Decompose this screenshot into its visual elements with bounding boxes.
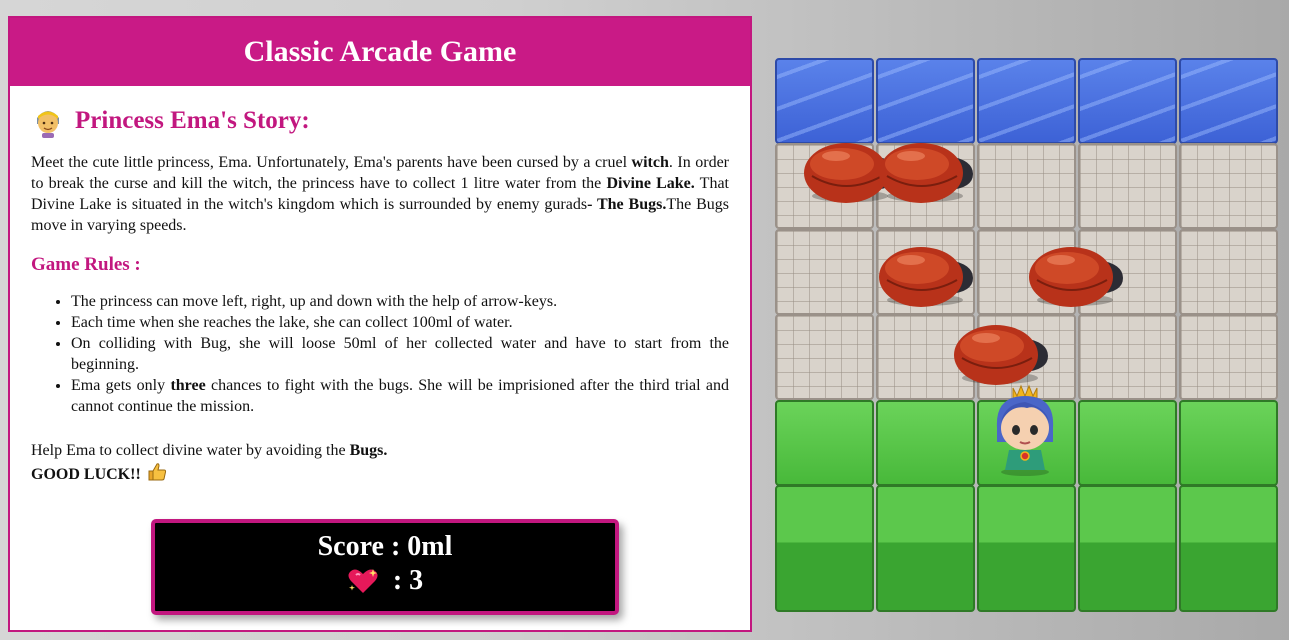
- list-item: Ema gets only three chances to fight wit…: [71, 375, 729, 417]
- enemy-bug: [1027, 240, 1127, 310]
- rule4-text-a: Ema gets only: [71, 377, 171, 394]
- panel-body: Princess Ema's Story: Meet the cute litt…: [10, 104, 750, 489]
- rules-heading: Game Rules :: [31, 254, 141, 275]
- grass-tile: [775, 400, 874, 486]
- water-tile: [1078, 58, 1177, 144]
- stone-tile: [775, 314, 874, 400]
- enemy-bug: [877, 240, 977, 310]
- enemy-bug: [877, 136, 977, 206]
- lives-count: : 3: [392, 565, 424, 596]
- rule4-bold: three: [170, 377, 206, 394]
- list-item: On colliding with Bug, she will loose 50…: [71, 333, 729, 375]
- score-display: Score : 0ml: [317, 531, 453, 562]
- game-board[interactable]: [775, 58, 1281, 614]
- grass-tile: [1078, 400, 1177, 486]
- scoreboard: Score : 0ml : 3: [151, 519, 619, 615]
- grass-tile: [1078, 485, 1177, 612]
- story-bold-lake: Divine Lake.: [606, 175, 695, 192]
- grass-tile: [1179, 485, 1278, 612]
- sparkling-heart-icon: [347, 567, 379, 595]
- water-tile: [1179, 58, 1278, 144]
- help-line: Help Ema to collect divine water by avoi…: [31, 442, 350, 459]
- stone-tile: [1179, 314, 1278, 400]
- thumbs-up-icon: [147, 462, 167, 489]
- grass-tile: [977, 485, 1076, 612]
- enemy-bug: [952, 318, 1052, 388]
- grass-tile: [1179, 400, 1278, 486]
- help-text: Help Ema to collect divine water by avoi…: [31, 439, 729, 489]
- grass-tile: [876, 400, 975, 486]
- water-tile: [775, 58, 874, 144]
- story-bold-witch: witch: [631, 154, 669, 171]
- grass-tile: [876, 485, 975, 612]
- story-bold-bugs: - The Bugs.: [587, 196, 667, 213]
- info-panel: Classic Arcade Game Princess Ema's Story…: [8, 16, 752, 632]
- grass-tile: [775, 485, 874, 612]
- story-heading: Princess Ema's Story:: [31, 104, 729, 138]
- story-title: Princess Ema's Story:: [75, 107, 310, 134]
- stone-tile: [775, 229, 874, 315]
- water-tile: [876, 58, 975, 144]
- stone-tile: [1179, 229, 1278, 315]
- water-tile: [977, 58, 1076, 144]
- help-bold: Bugs.: [349, 442, 388, 459]
- story-paragraph: Meet the cute little princess, Ema. Unfo…: [31, 152, 729, 236]
- good-luck: GOOD LUCK!!: [31, 466, 141, 483]
- list-item: The princess can move left, right, up an…: [71, 291, 729, 312]
- stone-tile: [1078, 143, 1177, 229]
- princess-sprite: [987, 382, 1063, 477]
- stone-tile: [1179, 143, 1278, 229]
- story-text-1: Meet the cute little princess, Ema. Unfo…: [31, 154, 632, 171]
- list-item: Each time when she reaches the lake, she…: [71, 312, 729, 333]
- rules-list: The princess can move left, right, up an…: [31, 291, 729, 417]
- page-title: Classic Arcade Game: [10, 18, 750, 86]
- stone-tile: [977, 143, 1076, 229]
- princess-icon: [31, 104, 65, 138]
- stone-tile: [1078, 314, 1177, 400]
- lives-display: : 3: [155, 565, 615, 597]
